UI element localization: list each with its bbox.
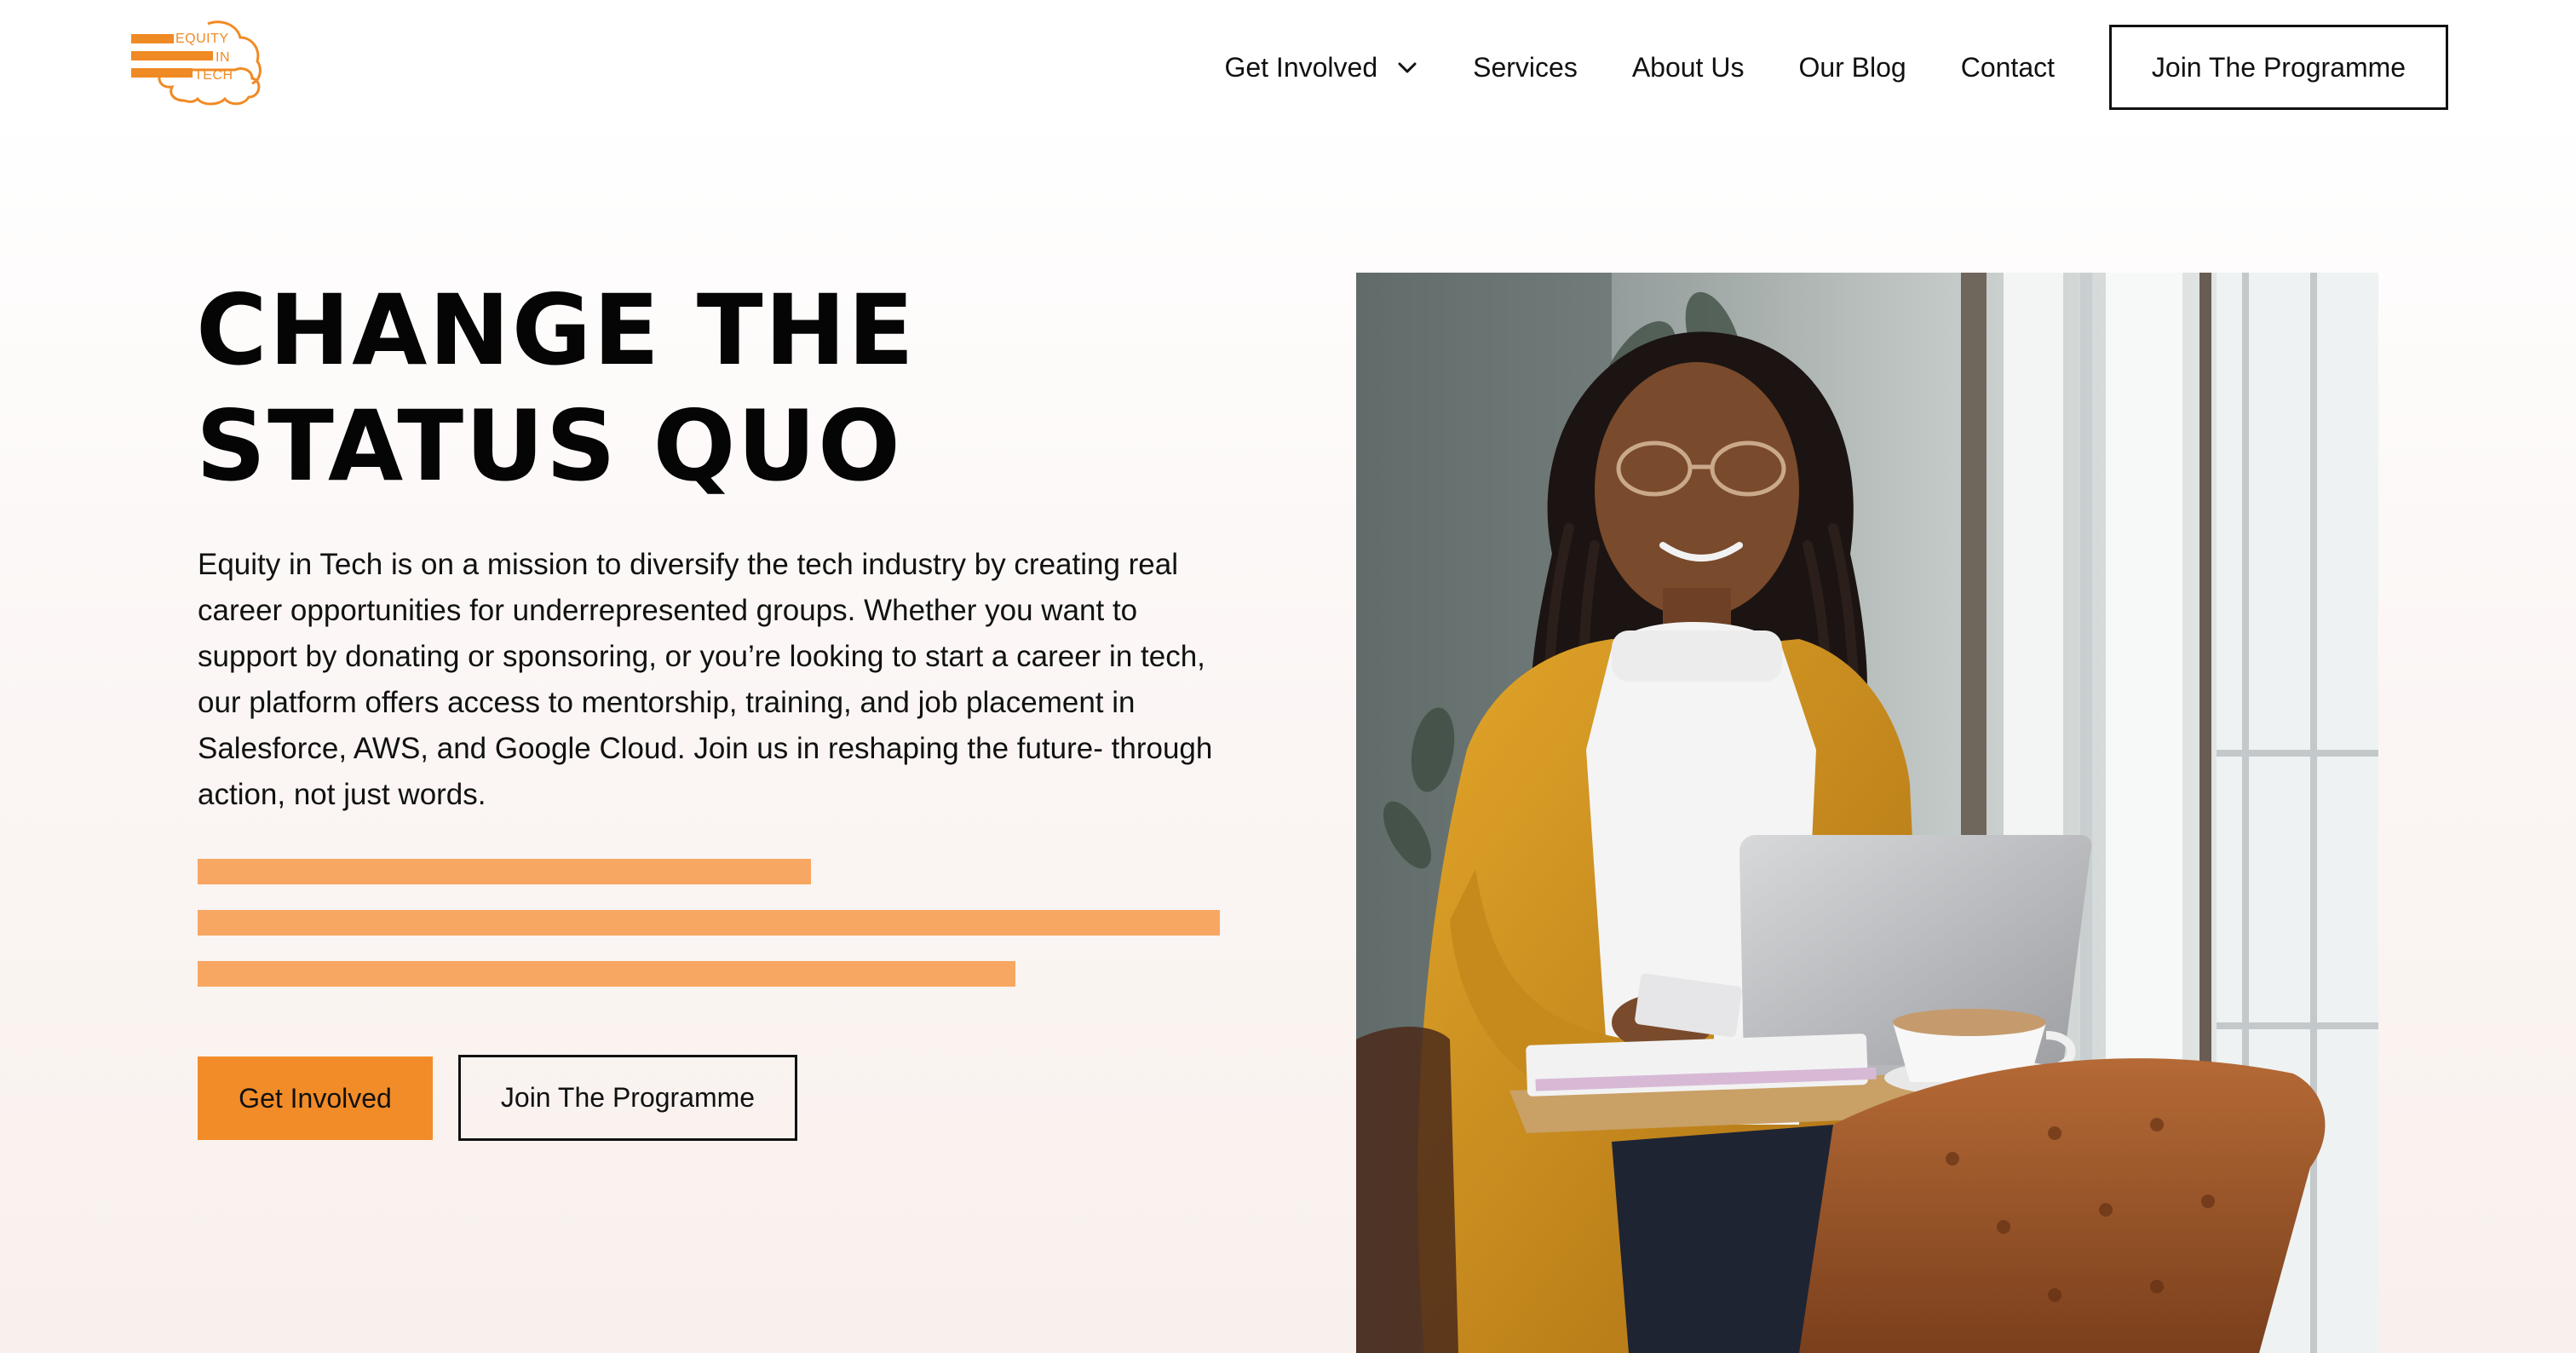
nav-contact[interactable]: Contact xyxy=(1961,52,2055,83)
woman-laptop-illustration xyxy=(1356,273,2378,1353)
logo-mark xyxy=(131,20,262,106)
nav-get-involved-label: Get Involved xyxy=(1224,51,1378,83)
hero-title: CHANGE THE STATUS QUO xyxy=(196,273,916,503)
logo-text-equity: EQUITY xyxy=(175,32,229,46)
decorative-bar xyxy=(198,910,1220,936)
decorative-bar xyxy=(198,961,1015,987)
hero-description: Equity in Tech is on a mission to divers… xyxy=(198,548,1213,811)
nav-services[interactable]: Services xyxy=(1473,52,1578,83)
site-header: EQUITY IN TECH Get Involved Services Abo… xyxy=(0,0,2576,136)
decorative-bar xyxy=(198,859,811,884)
main-nav: Get Involved Services About Us Our Blog … xyxy=(1224,25,2448,110)
nav-our-blog[interactable]: Our Blog xyxy=(1798,52,1906,83)
join-programme-button[interactable]: Join The Programme xyxy=(458,1055,797,1141)
logo-text-in: IN xyxy=(216,50,230,65)
hero-photo xyxy=(1356,273,2378,1353)
nav-about-us[interactable]: About Us xyxy=(1632,52,1745,83)
chevron-down-icon xyxy=(1398,62,1417,73)
equity-in-tech-logo[interactable]: EQUITY IN TECH xyxy=(124,15,269,109)
get-involved-button[interactable]: Get Involved xyxy=(198,1056,433,1140)
join-programme-nav-button[interactable]: Join The Programme xyxy=(2109,25,2448,110)
nav-get-involved[interactable]: Get Involved xyxy=(1224,52,1418,83)
logo-text-tech: TECH xyxy=(194,68,233,83)
